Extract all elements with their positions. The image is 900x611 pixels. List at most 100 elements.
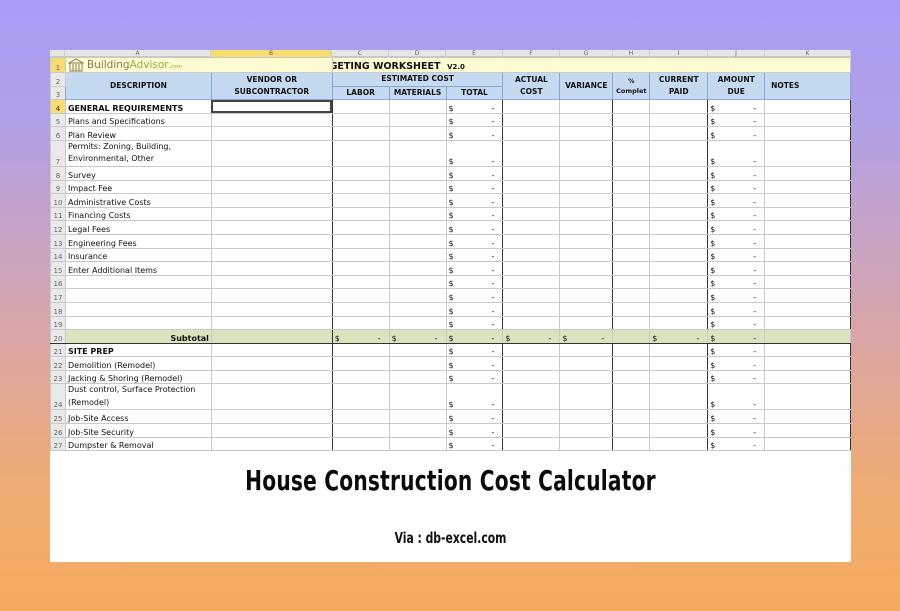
variance-cell[interactable] — [559, 112, 614, 128]
percent-cell[interactable] — [612, 220, 651, 235]
actual-cost-cell[interactable] — [502, 139, 561, 167]
money-cell[interactable]: $ - — [707, 369, 766, 385]
labor-cell[interactable] — [331, 315, 390, 331]
labor-cell[interactable] — [331, 436, 390, 451]
current-paid-cell[interactable] — [649, 247, 709, 263]
money-cell[interactable]: $ - — [445, 342, 504, 358]
row-number[interactable]: 15 — [50, 261, 66, 276]
notes-cell[interactable] — [764, 247, 851, 263]
row-number[interactable]: 18 — [50, 301, 66, 317]
labor-cell[interactable] — [331, 165, 390, 181]
description-cell[interactable]: Legal Fees — [64, 220, 212, 235]
current-paid-cell[interactable] — [649, 383, 709, 411]
labor-cell[interactable] — [331, 220, 390, 235]
money-cell[interactable]: $ - — [445, 436, 504, 451]
vendor-cell[interactable] — [210, 329, 333, 344]
materials-cell[interactable] — [388, 179, 447, 195]
vendor-cell[interactable] — [210, 193, 333, 208]
materials-cell[interactable] — [388, 436, 447, 451]
actual-cost-cell[interactable] — [502, 261, 561, 276]
description-cell[interactable]: Plan Review — [64, 126, 212, 141]
subtotal-label[interactable]: Subtotal — [64, 329, 212, 344]
money-cell[interactable]: $ - — [445, 329, 504, 344]
description-cell[interactable]: Dust control, Surface Protection (Remodel… — [64, 383, 212, 411]
variance-cell[interactable] — [559, 301, 614, 317]
actual-cost-cell[interactable] — [502, 126, 561, 141]
column-header-b[interactable]: B — [211, 50, 332, 57]
current-paid-cell[interactable] — [649, 193, 709, 208]
row-number[interactable]: 11 — [50, 206, 66, 222]
row-number[interactable]: 7 — [50, 139, 66, 167]
money-cell[interactable]: $ - — [707, 126, 766, 141]
vendor-cell[interactable] — [210, 315, 333, 331]
row-number[interactable]: 27 — [50, 436, 66, 451]
money-cell[interactable]: $ - — [445, 288, 504, 303]
materials-cell[interactable] — [388, 126, 447, 141]
percent-cell[interactable] — [612, 193, 651, 208]
column-header-j[interactable]: J — [708, 50, 765, 57]
variance-cell[interactable] — [559, 369, 614, 385]
current-paid-cell[interactable] — [649, 261, 709, 276]
column-header-c[interactable]: C — [332, 50, 389, 57]
labor-cell[interactable] — [331, 193, 390, 208]
variance-cell[interactable] — [559, 139, 614, 167]
description-cell[interactable]: Plans and Specifications — [64, 112, 212, 128]
materials-cell[interactable] — [388, 288, 447, 303]
labor-cell[interactable] — [331, 139, 390, 167]
current-paid-cell[interactable] — [649, 409, 709, 425]
percent-cell[interactable] — [612, 126, 651, 141]
actual-cost-cell[interactable] — [502, 383, 561, 411]
description-cell[interactable] — [64, 301, 212, 317]
variance-cell[interactable] — [559, 423, 614, 438]
variance-cell[interactable] — [559, 436, 614, 451]
materials-cell[interactable] — [388, 99, 447, 114]
vendor-cell[interactable] — [210, 165, 333, 181]
money-cell[interactable]: $ - — [707, 436, 766, 451]
notes-cell[interactable] — [764, 126, 851, 141]
variance-cell[interactable] — [559, 274, 614, 290]
notes-cell[interactable] — [764, 274, 851, 290]
row-number[interactable]: 4 — [50, 99, 66, 114]
vendor-cell[interactable] — [210, 436, 333, 451]
materials-cell[interactable] — [388, 220, 447, 235]
row-number[interactable]: 17 — [50, 288, 66, 303]
materials-cell[interactable] — [388, 342, 447, 358]
labor-cell[interactable] — [331, 274, 390, 290]
notes-cell[interactable] — [764, 288, 851, 303]
vendor-cell[interactable] — [210, 423, 333, 438]
labor-cell[interactable] — [331, 233, 390, 249]
description-cell[interactable]: Jacking & Shoring (Remodel) — [64, 369, 212, 385]
materials-cell[interactable] — [388, 165, 447, 181]
row-number[interactable]: 13 — [50, 233, 66, 249]
actual-cost-cell[interactable] — [502, 220, 561, 235]
money-cell[interactable]: $ - — [707, 206, 766, 222]
actual-cost-cell[interactable] — [502, 165, 561, 181]
row-number[interactable]: 12 — [50, 220, 66, 235]
notes-cell[interactable] — [764, 261, 851, 276]
current-paid-cell[interactable] — [649, 288, 709, 303]
notes-cell[interactable] — [764, 301, 851, 317]
materials-cell[interactable] — [388, 261, 447, 276]
variance-cell[interactable] — [559, 233, 614, 249]
description-cell[interactable]: Job-Site Access — [64, 409, 212, 425]
row-number[interactable]: 8 — [50, 165, 66, 181]
variance-cell[interactable] — [559, 383, 614, 411]
vendor-cell[interactable] — [210, 99, 333, 114]
vendor-cell[interactable] — [210, 369, 333, 385]
notes-cell[interactable] — [764, 179, 851, 195]
money-cell[interactable]: $ - — [331, 329, 390, 344]
description-cell[interactable]: Administrative Costs — [64, 193, 212, 208]
variance-cell[interactable] — [559, 206, 614, 222]
notes-cell[interactable] — [764, 436, 851, 451]
materials-cell[interactable] — [388, 193, 447, 208]
row-number[interactable]: 1 — [50, 57, 66, 73]
money-cell[interactable]: $ - — [445, 261, 504, 276]
money-cell[interactable]: $ - — [707, 423, 766, 438]
logo-cell[interactable]: BuildingAdvisor.com — [64, 57, 333, 73]
notes-cell[interactable] — [764, 409, 851, 425]
money-cell[interactable]: $ - — [707, 315, 766, 331]
description-cell[interactable]: Dumpster & Removal — [64, 436, 212, 451]
header-current-paid[interactable]: CURRENT PAID — [649, 71, 709, 101]
description-cell[interactable]: Permits: Zoning, Building, Environmental,… — [64, 139, 212, 167]
variance-cell[interactable] — [559, 126, 614, 141]
